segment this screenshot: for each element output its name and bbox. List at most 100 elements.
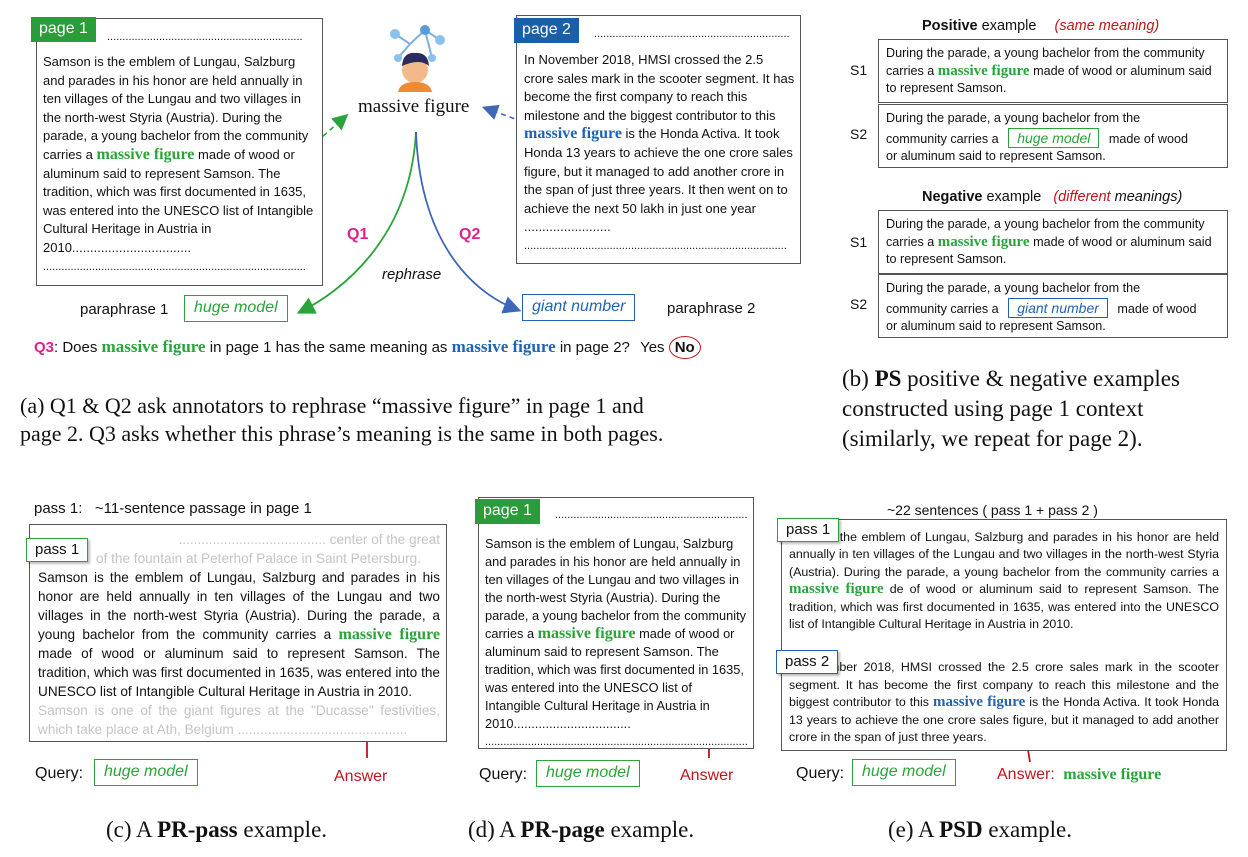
caption-b-line2: constructed using page 1 context — [842, 396, 1144, 421]
d-text: Samson is the emblem of Lungau, Salzburg… — [485, 535, 748, 733]
caption-d-pre: (d) A — [468, 817, 515, 842]
caption-a-line1: (a) Q1 & Q2 ask annotators to rephrase “… — [20, 393, 644, 418]
d-page-tag: page 1 — [475, 499, 540, 524]
neg-s2-label: S2 — [850, 296, 868, 312]
neg-s1-box: During the parade, a young bachelor from… — [878, 210, 1228, 274]
d-tail: ........................................… — [485, 736, 748, 748]
rephrase-label: rephrase — [382, 266, 442, 283]
paraphrase2-box: giant number — [522, 294, 636, 321]
e-passage-box: s the emblem of Lungau, Salzburg and par… — [781, 519, 1227, 751]
c-heading: pass 1: ~11-sentence passage in page 1 — [34, 500, 312, 517]
negative-bold: Negative — [922, 189, 983, 205]
c-grey-bottom: Samson is one of the giant figures at th… — [38, 703, 440, 737]
e-query-box: huge model — [852, 759, 956, 786]
d-answer-label: Answer — [680, 767, 734, 784]
page1-tag: page 1 — [31, 17, 96, 42]
q3-yes: Yes — [640, 339, 665, 356]
e-answer-label: Answer: — [997, 766, 1055, 783]
page2-tail: ........................................… — [524, 239, 787, 252]
positive-rest: example — [981, 18, 1037, 34]
caption-b-pre: (b) — [842, 366, 869, 391]
page2-text: In November 2018, HMSI crossed the 2.5 c… — [524, 51, 795, 237]
negative-paren-word: different — [1058, 189, 1111, 205]
page2-text-pre: In November 2018, HMSI crossed the 2.5 c… — [524, 52, 795, 123]
positive-heading: Positive example (same meaning) — [922, 18, 1159, 34]
page1-text-post: made of wood or aluminum said to represe… — [43, 146, 314, 255]
neg-s2-phrase: giant number — [1008, 297, 1108, 318]
page1-text: Samson is the emblem of Lungau, Salzburg… — [43, 53, 317, 258]
e-query-label: Query: — [796, 765, 845, 782]
page1-phrase: massive figure — [96, 145, 195, 163]
user-network-icon — [390, 25, 445, 92]
pos-s1-label: S1 — [850, 62, 868, 78]
c-answer-label: Answer — [334, 768, 388, 785]
c-grey-top2: of the fountain at Peterhof Palace in Sa… — [96, 551, 421, 566]
e-pass1-text: s the emblem of Lungau, Salzburg and par… — [789, 529, 1219, 633]
q3-phrase2: massive figure — [451, 337, 556, 356]
caption-b-rest: positive & negative examples — [907, 366, 1180, 391]
caption-e-bold: PSD — [939, 817, 983, 842]
negative-paren: (different meanings) — [1053, 189, 1182, 205]
c-passage-box: ....................................... … — [29, 524, 447, 742]
page1-tail: ........................................… — [43, 260, 306, 273]
q1-label: Q1 — [347, 226, 369, 243]
pos-s1-post: made of wood or aluminum said to represe… — [886, 63, 1212, 96]
d-page-card: ........................................… — [478, 497, 754, 749]
caption-c-bold: PR-pass — [157, 817, 238, 842]
e-answer: Answer: massive figure — [997, 766, 1161, 784]
paraphrase1-box: huge model — [184, 295, 288, 322]
e-heading: ~22 sentences ( pass 1 + pass 2 ) — [887, 502, 1098, 518]
pos-s2-post1: made of wood — [1108, 131, 1188, 146]
pos-s1-phrase: massive figure — [937, 62, 1030, 79]
caption-c-pre: (c) A — [106, 817, 152, 842]
c-query-label: Query: — [35, 765, 84, 782]
caption-c-rest: example. — [243, 817, 328, 842]
q3-label: Q3 — [34, 339, 55, 356]
neg-s2-post1: made of wood — [1117, 301, 1197, 316]
pos-s2-phrase: huge model — [1008, 127, 1100, 148]
pos-s1-box: During the parade, a young bachelor from… — [878, 39, 1228, 103]
neg-s1-phrase: massive figure — [937, 233, 1030, 250]
page1-card: ........................................… — [36, 18, 323, 286]
d-phrase: massive figure — [537, 625, 636, 642]
c-body-post: made of wood or aluminum said to represe… — [38, 646, 440, 699]
e-p1-phrase: massive figure — [789, 581, 884, 598]
c-pass-tag: pass 1 — [26, 538, 89, 562]
pos-s2-label: S2 — [850, 126, 868, 142]
paraphrase1-label: paraphrase 1 — [80, 301, 169, 318]
pos-s2-post2: or aluminum said to represent Samson. — [886, 149, 1106, 164]
caption-b-line3: (similarly, we repeat for page 2). — [842, 426, 1143, 451]
caption-b-bold: PS — [874, 366, 902, 391]
e-pass1-tag: pass 1 — [777, 518, 840, 542]
e-answer-phrase: massive figure — [1063, 766, 1162, 783]
positive-bold: Positive — [922, 18, 978, 34]
caption-d-bold: PR-page — [520, 817, 605, 842]
caption-e-pre: (e) A — [888, 817, 934, 842]
pos-s2-box: During the parade, a young bachelor from… — [878, 104, 1228, 168]
d-query-box: huge model — [536, 760, 640, 787]
center-phrase: massive figure — [358, 96, 470, 117]
e-pass2-text: mber 2018, HMSI crossed the 2.5 crore sa… — [789, 659, 1219, 746]
negative-rest: example — [986, 189, 1042, 205]
e-pass2-tag: pass 2 — [776, 650, 839, 674]
page2-text-post: is the Honda Activa. It took Honda 13 ye… — [524, 126, 793, 235]
q3-text-b: in page 1 has the same meaning as — [209, 339, 448, 356]
neg-s2-box: During the parade, a young bachelor from… — [878, 274, 1228, 338]
paraphrase2-label: paraphrase 2 — [667, 300, 756, 317]
neg-s2-post2: or aluminum said to represent Samson. — [886, 319, 1106, 334]
caption-e: (e) A PSD example. — [888, 816, 1072, 844]
q3-line: Q3: Does massive figure in page 1 has th… — [34, 336, 701, 359]
caption-b: (b) PS positive & negative examples cons… — [842, 364, 1180, 454]
negative-paren-close: meanings) — [1114, 189, 1183, 205]
neg-s1-post: made of wood or aluminum said to represe… — [886, 234, 1212, 267]
caption-a-line2: page 2. Q3 asks whether this phrase’s me… — [20, 421, 664, 446]
page2-phrase: massive figure — [524, 125, 622, 143]
caption-e-rest: example. — [988, 817, 1072, 842]
q3-text-c: in page 2? — [559, 339, 630, 356]
c-body-phrase: massive figure — [338, 626, 440, 643]
c-query-box: huge model — [94, 759, 198, 786]
e-p1-pre: s the emblem of Lungau, Salzburg and par… — [789, 530, 1219, 579]
q3-text-a: : Does — [54, 339, 98, 356]
caption-d-rest: example. — [610, 817, 695, 842]
q3-no: No — [668, 336, 701, 359]
